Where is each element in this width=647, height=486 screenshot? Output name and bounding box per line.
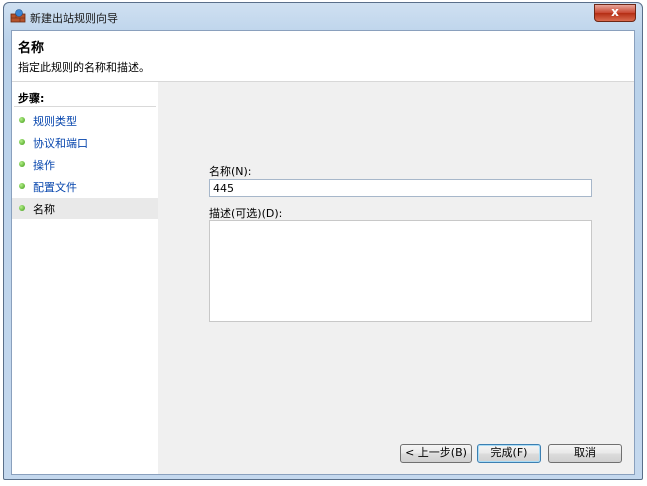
step-bullet-icon	[19, 205, 25, 211]
name-input[interactable]	[209, 179, 592, 197]
step-action[interactable]: 操作	[12, 154, 158, 175]
step-rule-type[interactable]: 规则类型	[12, 110, 158, 131]
step-bullet-icon	[19, 161, 25, 167]
step-name[interactable]: 名称	[12, 198, 158, 219]
steps-heading: 步骤:	[18, 92, 45, 105]
step-bullet-icon	[19, 183, 25, 189]
window-title: 新建出站规则向导	[30, 12, 118, 25]
wizard-window: 新建出站规则向导 x 名称 指定此规则的名称和描述。 步骤: 规则类型 协议和端…	[3, 2, 643, 480]
step-bullet-icon	[19, 139, 25, 145]
step-label: 协议和端口	[33, 137, 88, 150]
back-button[interactable]: < 上一步(B)	[400, 444, 472, 463]
step-bullet-icon	[19, 117, 25, 123]
firewall-icon	[10, 9, 26, 23]
cancel-button[interactable]: 取消	[548, 444, 622, 463]
page-title: 名称	[18, 41, 45, 56]
close-button[interactable]: x	[594, 4, 636, 22]
finish-button[interactable]: 完成(F)	[477, 444, 541, 463]
description-textarea[interactable]	[209, 220, 592, 322]
steps-divider	[14, 106, 156, 107]
step-profile[interactable]: 配置文件	[12, 176, 158, 197]
step-label: 规则类型	[33, 115, 77, 128]
step-label: 配置文件	[33, 181, 77, 194]
step-label: 操作	[33, 159, 55, 172]
steps-panel: 步骤: 规则类型 协议和端口 操作 配置文件 名称	[12, 82, 158, 474]
wizard-client-area: 名称 指定此规则的名称和描述。 步骤: 规则类型 协议和端口 操作 配置文件 名…	[11, 30, 635, 475]
step-label: 名称	[33, 203, 55, 216]
description-label: 描述(可选)(D):	[209, 207, 283, 220]
step-protocol-ports[interactable]: 协议和端口	[12, 132, 158, 153]
name-label: 名称(N):	[209, 165, 252, 178]
close-icon: x	[611, 5, 619, 19]
wizard-header: 名称 指定此规则的名称和描述。	[12, 31, 634, 82]
title-bar[interactable]: 新建出站规则向导 x	[4, 3, 642, 29]
page-description: 指定此规则的名称和描述。	[18, 61, 150, 74]
